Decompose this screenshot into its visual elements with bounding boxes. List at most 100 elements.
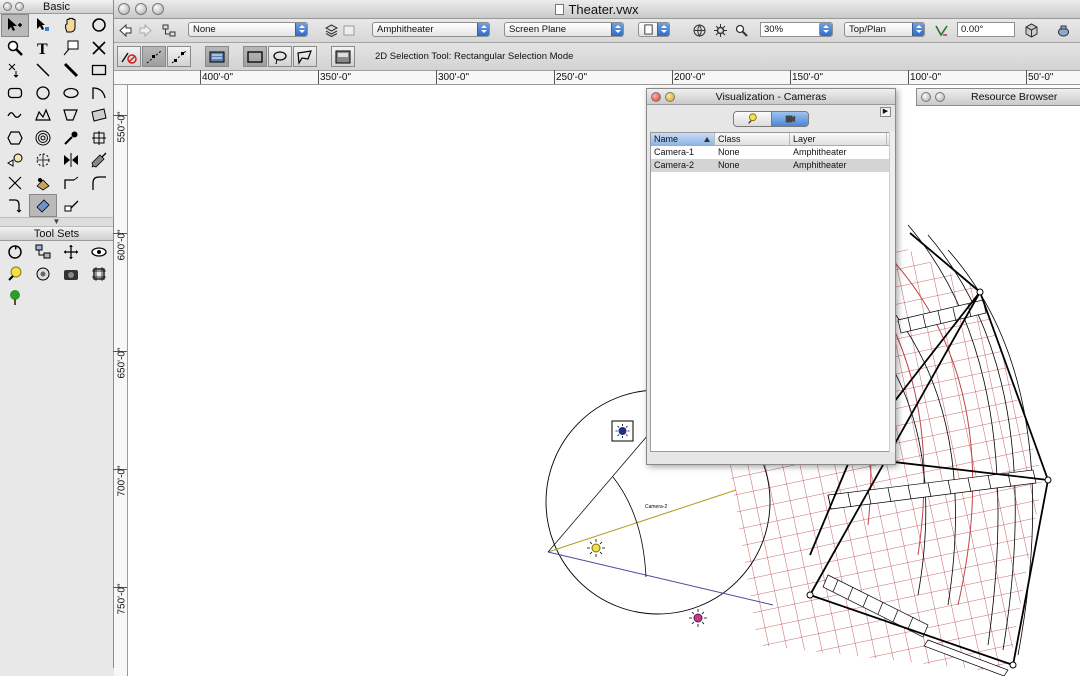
forward-button[interactable] (136, 22, 154, 38)
light-object-1[interactable] (611, 420, 634, 442)
tool-line[interactable] (29, 59, 57, 82)
tool-visibility[interactable] (1, 149, 29, 172)
tool-locus[interactable] (1, 59, 29, 82)
standard-views-button[interactable] (690, 22, 708, 38)
collapse-icon[interactable] (15, 2, 24, 11)
layer-visibility-button[interactable] (340, 22, 358, 38)
tool-connect-combine[interactable] (57, 172, 85, 195)
tool-wall[interactable] (57, 59, 85, 82)
table-row[interactable]: Camera-1 None Amphitheater (651, 146, 889, 159)
toolset-tree[interactable] (1, 286, 29, 309)
tool-split[interactable] (85, 149, 113, 172)
tool-rounded-rectangle[interactable] (1, 82, 29, 105)
palette-menu-button[interactable]: ▶ (880, 107, 891, 117)
tool-spiral[interactable] (29, 127, 57, 150)
tool-callout[interactable] (57, 37, 85, 60)
selection-preferences-button[interactable] (331, 46, 355, 67)
tool-eraser[interactable] (29, 194, 57, 217)
tool-regular-polygon[interactable] (1, 127, 29, 150)
toolset-walkthrough[interactable] (1, 241, 29, 264)
saved-views-dropdown[interactable] (638, 22, 670, 37)
active-class-dropdown[interactable]: None (188, 22, 308, 37)
tool-tape-measure[interactable] (57, 194, 85, 217)
tab-cameras[interactable] (770, 112, 808, 126)
working-plane-dropdown[interactable]: Screen Plane (504, 22, 624, 37)
projection-button[interactable] (1054, 22, 1072, 38)
view-orientation-dropdown[interactable]: Top/Plan (844, 22, 925, 37)
tool-dimension[interactable] (85, 37, 113, 60)
tool-polygon[interactable] (57, 104, 85, 127)
mode-lasso[interactable] (268, 46, 292, 67)
flyover-view-button[interactable] (711, 22, 729, 38)
toolset-light[interactable] (1, 263, 29, 286)
class-options-button[interactable] (160, 22, 178, 38)
tool-polyline[interactable] (29, 104, 57, 127)
tool-trim[interactable] (1, 172, 29, 195)
zoom-dropdown[interactable] (819, 22, 833, 37)
tool-flyover[interactable] (85, 14, 113, 37)
tab-lights[interactable] (734, 112, 771, 126)
mode-rectangle[interactable] (243, 46, 267, 67)
tool-sets-titlebar[interactable]: Tool Sets (0, 226, 113, 241)
minimize-window-icon[interactable] (135, 3, 147, 15)
minimize-icon[interactable] (665, 92, 675, 102)
tool-oval[interactable] (57, 82, 85, 105)
mode-disable-interactive[interactable] (117, 46, 141, 67)
light-object-3[interactable] (689, 609, 707, 627)
zoom-tool-button[interactable] (732, 22, 750, 38)
toolset-eye[interactable] (85, 241, 113, 264)
horizontal-ruler[interactable]: 400'-0" 350'-0" 300'-0" 250'-0" 200'-0" … (114, 70, 1080, 85)
tool-rectangle[interactable] (85, 59, 113, 82)
table-row[interactable]: Camera-2 None Amphitheater (651, 159, 889, 172)
drawing-canvas[interactable]: Camera-2 (128, 85, 1080, 676)
palette-divider[interactable]: ▼ (0, 216, 113, 227)
table-scrollbar[interactable] (889, 132, 895, 452)
window-titlebar[interactable]: Theater.vwx (114, 0, 1080, 19)
drawing-area[interactable]: Camera-2 (128, 85, 1080, 676)
close-icon[interactable] (921, 92, 931, 102)
mode-polygon[interactable] (293, 46, 317, 67)
resource-browser-palette[interactable]: Resource Browser (916, 88, 1080, 106)
plan-rotation-field[interactable]: 0.00° (957, 22, 1015, 37)
column-header-class[interactable]: Class (715, 133, 790, 145)
tool-clip[interactable] (29, 172, 57, 195)
light-object-2[interactable] (587, 539, 605, 557)
vertical-ruler[interactable]: 550'-0" 600'-0" 650'-0" 700'-0" 750'-0" (113, 85, 128, 676)
column-header-name[interactable]: Name (651, 133, 715, 145)
tool-selection[interactable] (1, 14, 29, 37)
close-icon[interactable] (651, 92, 661, 102)
tool-text[interactable]: T (29, 37, 57, 60)
render-mode-button[interactable] (1022, 22, 1040, 38)
tool-offset[interactable] (29, 149, 57, 172)
zoom-field[interactable]: 30% (760, 22, 822, 37)
toolset-network[interactable] (29, 241, 57, 264)
tool-freehand[interactable] (1, 104, 29, 127)
active-layer-dropdown[interactable]: Amphitheater (372, 22, 490, 37)
close-window-icon[interactable] (118, 3, 130, 15)
plan-rotation-button[interactable] (932, 22, 950, 38)
zoom-window-icon[interactable] (152, 3, 164, 15)
toolset-crop[interactable] (85, 263, 113, 286)
mode-multiple-object-interactive[interactable] (167, 46, 191, 67)
tool-zoom[interactable] (1, 37, 29, 60)
close-icon[interactable] (3, 2, 12, 11)
mode-single-object-interactive[interactable] (142, 46, 166, 67)
layer-options-button[interactable] (322, 22, 340, 38)
tool-circle[interactable] (29, 82, 57, 105)
column-header-layer[interactable]: Layer (790, 133, 887, 145)
visualization-titlebar[interactable]: Visualization - Cameras (647, 89, 895, 105)
tool-fillet[interactable] (85, 172, 113, 195)
toolset-move-view[interactable] (57, 241, 85, 264)
minimize-icon[interactable] (935, 92, 945, 102)
tool-move-by-points[interactable] (1, 194, 29, 217)
back-button[interactable] (116, 22, 134, 38)
mode-rectangular-selection[interactable] (205, 46, 229, 67)
toolset-camera[interactable] (57, 263, 85, 286)
basic-palette-titlebar[interactable]: Basic (0, 0, 113, 14)
tool-arc[interactable] (85, 82, 113, 105)
tool-eyedropper[interactable] (57, 127, 85, 150)
tool-reshape[interactable] (29, 14, 57, 37)
tool-double-line[interactable] (85, 104, 113, 127)
tool-mirror[interactable] (57, 149, 85, 172)
tool-pan[interactable] (57, 14, 85, 37)
